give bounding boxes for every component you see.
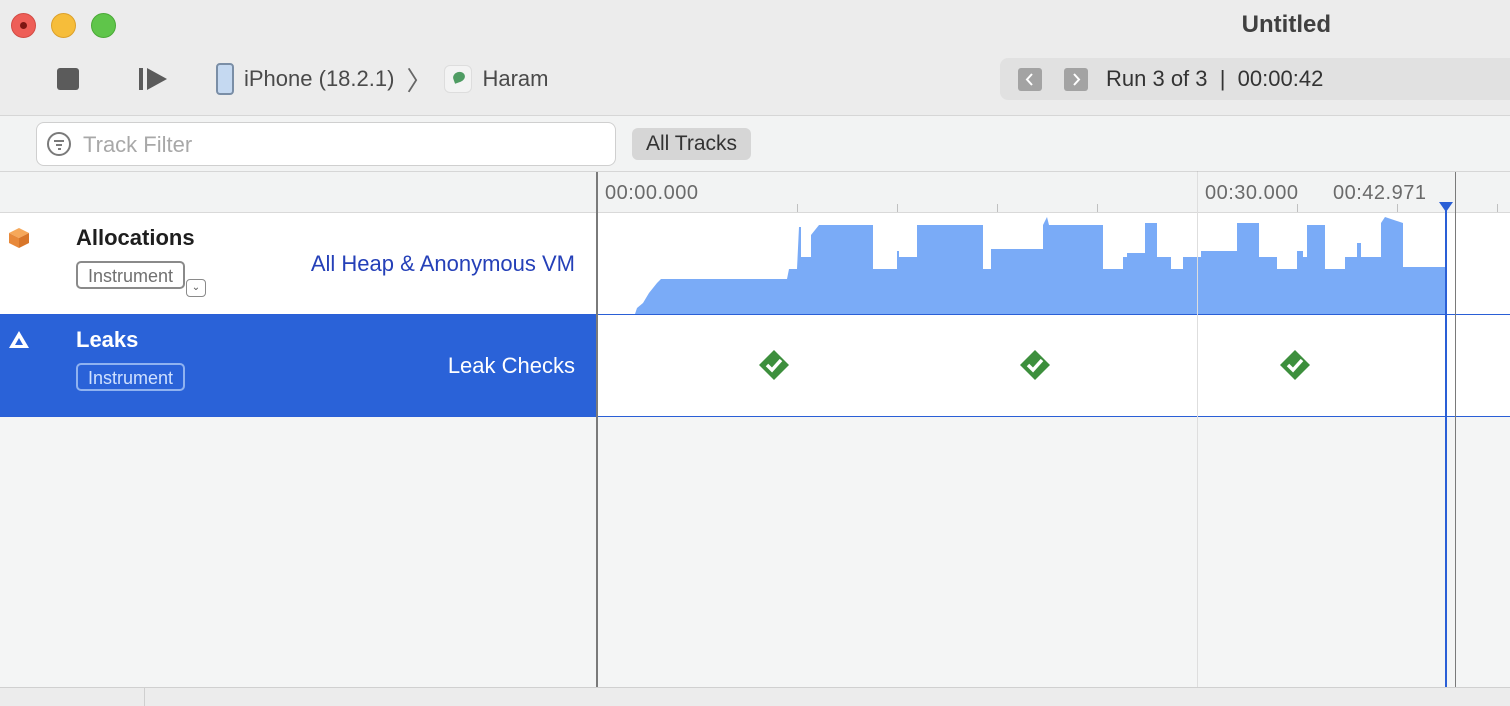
recording-end-marker — [1455, 172, 1456, 687]
previous-run-button[interactable] — [1018, 68, 1042, 91]
chevron-right-icon: 〉 — [406, 65, 433, 96]
allocations-area-chart — [635, 217, 1445, 314]
track-filter-field[interactable] — [36, 122, 616, 166]
playhead[interactable] — [1445, 206, 1447, 687]
track-name: Leaks — [76, 327, 139, 352]
leaks-triangle-icon — [9, 331, 29, 348]
ruler-label-current: 00:42.971 — [1333, 182, 1427, 204]
play-pause-icon — [139, 68, 167, 90]
window-toolbar: Untitled iPhone (18.2.1) 〉 Haram Run 3 o… — [0, 0, 1510, 116]
track-row-allocations[interactable]: Allocations Instrument ⌄ All Heap & Anon… — [0, 213, 597, 315]
app-icon — [444, 65, 473, 93]
chevron-right-icon — [1073, 73, 1081, 86]
zoom-window-button[interactable] — [91, 13, 116, 38]
run-status: Run 3 of 3 | 00:00:42 — [1106, 66, 1324, 91]
filter-bar: All Tracks — [0, 116, 1510, 172]
track-name: Allocations — [76, 225, 195, 250]
ruler-label-start: 00:00.000 — [605, 182, 699, 204]
timeline-gridline — [1197, 172, 1198, 687]
track-filter-input[interactable] — [83, 130, 603, 160]
timeline-empty-area — [597, 417, 1510, 687]
allocations-graph[interactable] — [597, 213, 1510, 315]
app-name: Haram — [482, 66, 549, 91]
ruler-label-30s: 00:30.000 — [1205, 182, 1299, 204]
filter-icon — [47, 132, 71, 156]
next-run-button[interactable] — [1064, 68, 1088, 91]
leak-check-passed-icon[interactable] — [1280, 350, 1310, 380]
instrument-badge: Instrument — [76, 363, 186, 391]
window-title: Untitled — [1241, 11, 1331, 38]
allocations-box-icon — [9, 228, 29, 248]
target-selector[interactable]: iPhone (18.2.1) 〉 Haram — [216, 62, 548, 96]
instrument-badge: Instrument — [76, 261, 186, 289]
track-detail-selector[interactable]: Leak Checks — [448, 353, 575, 379]
track-list-divider[interactable] — [596, 172, 598, 687]
stop-recording-button[interactable] — [57, 68, 79, 90]
leaks-graph[interactable] — [597, 315, 1510, 417]
timeline-ruler[interactable]: 00:00.000 00:30.000 00:42.971 — [597, 171, 1510, 213]
leak-check-passed-icon[interactable] — [1020, 350, 1050, 380]
pause-resume-button[interactable] — [139, 67, 169, 91]
all-tracks-button[interactable]: All Tracks — [632, 128, 752, 160]
track-list-header — [0, 172, 597, 213]
leak-check-passed-icon[interactable] — [759, 350, 789, 380]
chevron-down-icon[interactable]: ⌄ — [186, 279, 206, 297]
playhead-handle-icon[interactable] — [1439, 202, 1453, 212]
track-detail-selector[interactable]: All Heap & Anonymous VM — [311, 251, 575, 277]
chevron-left-icon — [1025, 73, 1033, 86]
device-name: iPhone (18.2.1) — [244, 66, 395, 91]
run-navigator: Run 3 of 3 | 00:00:42 — [1000, 58, 1510, 100]
minimize-window-button[interactable] — [51, 13, 76, 38]
iphone-icon — [216, 63, 234, 95]
close-window-button[interactable] — [11, 13, 36, 38]
status-bar — [0, 687, 1510, 706]
track-row-leaks[interactable]: Leaks Instrument Leak Checks — [0, 315, 597, 417]
track-list-empty-area — [0, 417, 597, 687]
